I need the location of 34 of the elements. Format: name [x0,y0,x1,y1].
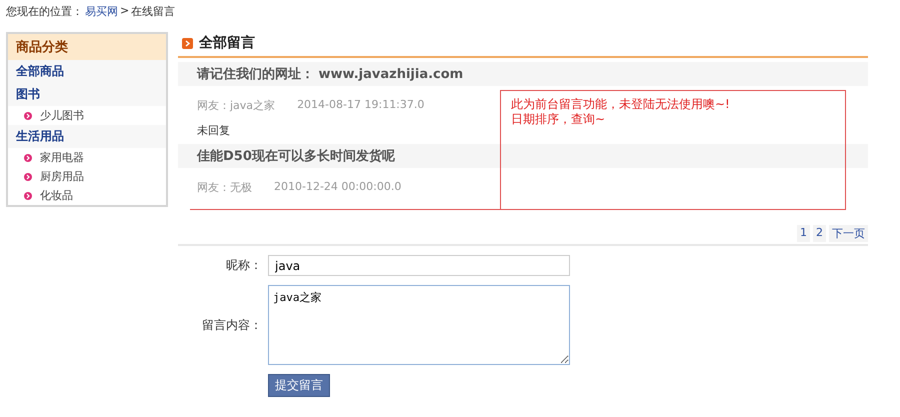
page-link[interactable]: 1 [797,225,810,242]
page-link[interactable]: 2 [813,225,826,242]
sidebar-title: 商品分类 [8,34,166,60]
bullet-icon [24,112,32,120]
submit-button[interactable]: 提交留言 [268,374,330,397]
annotation-text: 此为前台留言功能，未登陆无法使用噢~! [511,97,731,112]
message-date: 2010-12-24 00:00:00.0 [274,180,402,195]
subcategory-link[interactable]: 厨房用品 [40,169,84,184]
next-page-link[interactable]: 下一页 [829,225,868,242]
category-link[interactable]: 图书 [8,83,166,106]
nickname-label: 昵称： [225,257,262,274]
content-label: 留言内容： [201,316,262,334]
message-author: 网友：无极 [197,180,252,195]
breadcrumb-current: 在线留言 [131,4,176,20]
category-link[interactable]: 生活用品 [8,125,166,148]
category-link[interactable]: 全部商品 [8,60,166,83]
bullet-icon [24,172,32,180]
message-author: 网友：java之家 [197,98,276,113]
reply-status: 未回复 [197,124,230,137]
breadcrumb-link[interactable]: 易买网 [85,4,118,20]
bullet-icon [24,192,32,200]
subcategory-link[interactable]: 化妆品 [40,188,73,203]
subcategory-link[interactable]: 家用电器 [40,150,84,165]
message-date: 2014-08-17 19:11:37.0 [297,98,424,113]
annotation-text: 日期排序，查询~ [511,112,606,127]
nickname-field[interactable]: java [268,255,570,276]
message-title: 佳能D50现在可以多长时间发货呢 [178,144,868,168]
message-title: 请记住我们的网址： www.javazhijia.com [178,62,868,86]
breadcrumb-label: 您现在的位置： [6,4,83,20]
section-title: 全部留言 [199,34,255,52]
content-field[interactable]: java之家 [268,285,570,365]
subcategory-link[interactable]: 少儿图书 [40,108,84,123]
breadcrumb-separator: > [120,4,130,19]
bullet-icon [24,154,32,162]
